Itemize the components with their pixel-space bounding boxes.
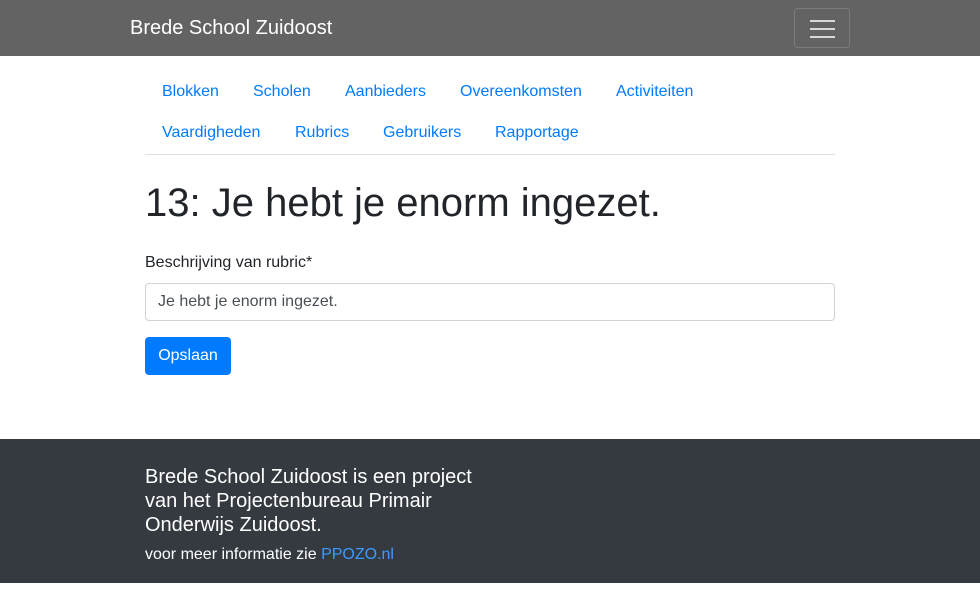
description-input[interactable] — [145, 283, 835, 321]
page-title: 13: Je hebt je enorm ingezet. — [145, 181, 661, 225]
nav-item-gebruikers[interactable]: Gebruikers — [383, 123, 461, 143]
footer-title: Brede School Zuidoost is een project van… — [145, 466, 472, 536]
save-button[interactable]: Opslaan — [145, 337, 231, 375]
nav-item-vaardigheden[interactable]: Vaardigheden — [162, 123, 260, 143]
navbar-toggler-button[interactable] — [794, 8, 850, 48]
nav-item-overeenkomsten[interactable]: Overeenkomsten — [460, 82, 582, 102]
top-navbar: Brede School Zuidoost — [0, 0, 980, 56]
description-label: Beschrijving van rubric* — [145, 254, 313, 271]
nav-item-aanbieders[interactable]: Aanbieders — [345, 82, 426, 102]
section-nav: Blokken Scholen Aanbieders Overeenkomste… — [145, 71, 835, 155]
nav-item-scholen[interactable]: Scholen — [253, 82, 311, 102]
nav-item-blokken[interactable]: Blokken — [162, 82, 219, 102]
page-footer: Brede School Zuidoost is een project van… — [0, 439, 980, 583]
nav-item-rapportage[interactable]: Rapportage — [495, 123, 579, 143]
footer-info: voor meer informatie zie PPOZO.nl — [145, 545, 394, 565]
nav-item-activiteiten[interactable]: Activiteiten — [616, 82, 693, 102]
nav-item-rubrics[interactable]: Rubrics — [295, 123, 349, 143]
footer-info-text: voor meer informatie zie — [145, 546, 322, 563]
brand-link[interactable]: Brede School Zuidoost — [130, 16, 332, 40]
ppozo-link[interactable]: PPOZO.nl — [321, 546, 394, 563]
